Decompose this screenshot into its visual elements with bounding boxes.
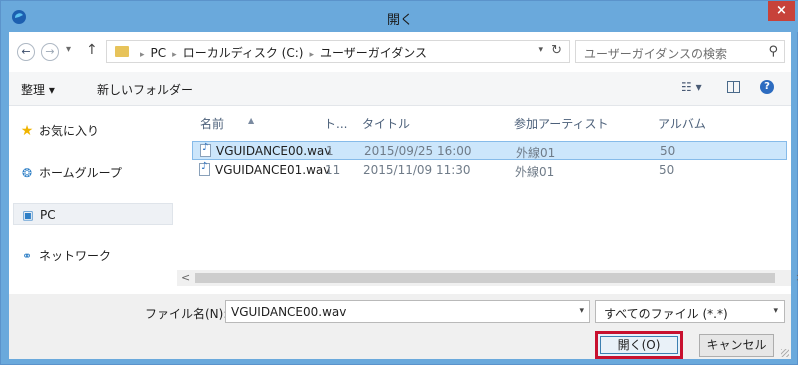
column-header-track[interactable]: ト... xyxy=(324,115,347,132)
open-file-dialog: 開く × ← → ▾ ↑ ▸ PC ▸ ローカルディスク (C:) ▸ ユーザーガイダンス… xyxy=(0,0,798,365)
album-cell: 50 xyxy=(660,144,676,158)
audio-file-icon xyxy=(200,142,211,157)
sidebar-item-label: ホームグループ xyxy=(39,166,122,180)
artist-cell: 外線01 xyxy=(516,146,556,160)
title-cell: 2015/09/25 16:00 xyxy=(364,144,472,158)
audio-file-icon xyxy=(199,161,210,176)
dialog-footer: ファイル名(N): VGUIDANCE00.wav ▾ すべてのファイル (*.… xyxy=(9,294,791,359)
file-row[interactable]: VGUIDANCE01.wav 11 2015/11/09 11:30 外線01… xyxy=(192,161,787,180)
recent-locations-dropdown[interactable]: ▾ xyxy=(66,44,71,55)
breadcrumb-local-disk[interactable]: ローカルディスク (C:) xyxy=(183,46,304,60)
column-header-name[interactable]: 名前 ▲ xyxy=(200,115,254,132)
title-bar: 開く × xyxy=(1,1,798,32)
new-folder-button[interactable]: 新しいフォルダー xyxy=(97,81,193,98)
breadcrumb-user-guidance[interactable]: ユーザーガイダンス xyxy=(320,46,427,60)
breadcrumb-separator-icon: ▸ xyxy=(140,50,145,60)
folder-icon xyxy=(115,46,129,57)
help-icon[interactable]: ? xyxy=(760,80,774,94)
sidebar-item-network[interactable]: ⚭ ネットワーク xyxy=(19,245,169,267)
address-row: ← → ▾ ↑ ▸ PC ▸ ローカルディスク (C:) ▸ ユーザーガイダンス ▾ ↻ … xyxy=(9,32,791,72)
star-icon: ★ xyxy=(20,123,34,139)
filename-dropdown-icon[interactable]: ▾ xyxy=(579,306,584,316)
sidebar-item-pc[interactable]: ▣ PC xyxy=(13,203,173,225)
back-button[interactable]: ← xyxy=(17,43,35,61)
file-type-select[interactable]: すべてのファイル (*.*) ▾ xyxy=(595,300,785,323)
view-options-icon[interactable]: ☷ ▾ xyxy=(681,80,702,94)
sort-caret-icon: ▲ xyxy=(248,116,255,125)
file-type-value: すべてのファイル (*.*) xyxy=(604,307,728,321)
up-button[interactable]: ↑ xyxy=(86,42,98,58)
track-cell: 1 xyxy=(326,144,334,158)
sidebar-item-favorites[interactable]: ★ お気に入り xyxy=(19,120,169,142)
open-button-highlight: 開く(O) xyxy=(595,331,683,359)
column-header-title[interactable]: タイトル xyxy=(362,115,410,132)
computer-icon: ▣ xyxy=(22,208,34,222)
file-name: VGUIDANCE01.wav xyxy=(215,163,331,177)
sidebar-item-homegroup[interactable]: ❂ ホームグループ xyxy=(19,162,169,184)
album-cell: 50 xyxy=(659,163,675,177)
cancel-button[interactable]: キャンセル xyxy=(699,334,774,357)
resize-grip[interactable] xyxy=(781,349,789,357)
search-input[interactable]: ユーザーガイダンスの検索 ⚲ xyxy=(575,40,785,63)
search-icon[interactable]: ⚲ xyxy=(768,44,778,59)
preview-pane-icon[interactable] xyxy=(727,81,740,93)
breadcrumb-pc[interactable]: PC xyxy=(151,46,167,60)
file-name: VGUIDANCE00.wav xyxy=(216,144,332,158)
file-type-dropdown-icon[interactable]: ▾ xyxy=(773,306,778,316)
track-cell: 11 xyxy=(325,163,341,177)
address-bar[interactable]: ▸ PC ▸ ローカルディスク (C:) ▸ ユーザーガイダンス ▾ ↻ xyxy=(106,40,570,63)
breadcrumb: ▸ PC ▸ ローカルディスク (C:) ▸ ユーザーガイダンス xyxy=(134,44,427,61)
scrollbar-thumb[interactable] xyxy=(195,273,775,283)
homegroup-icon: ❂ xyxy=(21,166,33,180)
scroll-left-icon[interactable]: < xyxy=(181,270,190,286)
horizontal-scrollbar[interactable]: < > xyxy=(177,270,798,286)
sidebar-item-label: お気に入り xyxy=(39,124,100,138)
filename-label: ファイル名(N): xyxy=(145,307,228,321)
network-icon: ⚭ xyxy=(21,249,33,263)
refresh-icon[interactable]: ↻ xyxy=(551,43,562,58)
command-toolbar: 整理 ▾ 新しいフォルダー ☷ ▾ ? xyxy=(9,72,791,106)
close-button[interactable]: × xyxy=(768,1,795,21)
file-name-cell: VGUIDANCE01.wav xyxy=(199,161,331,177)
filename-input[interactable]: VGUIDANCE00.wav ▾ xyxy=(225,300,590,323)
filename-value: VGUIDANCE00.wav xyxy=(231,305,347,319)
artist-cell: 外線01 xyxy=(515,165,555,179)
column-header-label: 名前 xyxy=(200,117,225,131)
address-dropdown-icon[interactable]: ▾ xyxy=(538,45,543,55)
dialog-body: ← → ▾ ↑ ▸ PC ▸ ローカルディスク (C:) ▸ ユーザーガイダンス ▾ ↻ … xyxy=(9,32,798,359)
title-cell: 2015/11/09 11:30 xyxy=(363,163,471,177)
navigation-pane: ★ お気に入り ❂ ホームグループ ▣ PC ⚭ ネットワーク xyxy=(9,106,176,294)
file-name-cell: VGUIDANCE00.wav xyxy=(200,142,332,158)
file-row[interactable]: VGUIDANCE00.wav 1 2015/09/25 16:00 外線01 … xyxy=(192,141,787,160)
sidebar-item-label: ネットワーク xyxy=(39,249,112,263)
open-button[interactable]: 開く(O) xyxy=(600,336,678,354)
column-header-album[interactable]: アルバム xyxy=(658,115,706,132)
forward-button[interactable]: → xyxy=(41,43,59,61)
organize-menu[interactable]: 整理 ▾ xyxy=(21,81,55,98)
file-list: 名前 ▲ ト... タイトル 参加アーティスト アルバム VGUIDANCE00.… xyxy=(177,106,791,270)
sidebar-item-label: PC xyxy=(40,208,56,222)
search-placeholder: ユーザーガイダンスの検索 xyxy=(584,47,728,61)
column-header-artist[interactable]: 参加アーティスト xyxy=(514,115,609,132)
window-title: 開く xyxy=(386,13,413,28)
breadcrumb-separator-icon[interactable]: ▸ xyxy=(172,50,177,60)
breadcrumb-separator-icon[interactable]: ▸ xyxy=(309,50,314,60)
